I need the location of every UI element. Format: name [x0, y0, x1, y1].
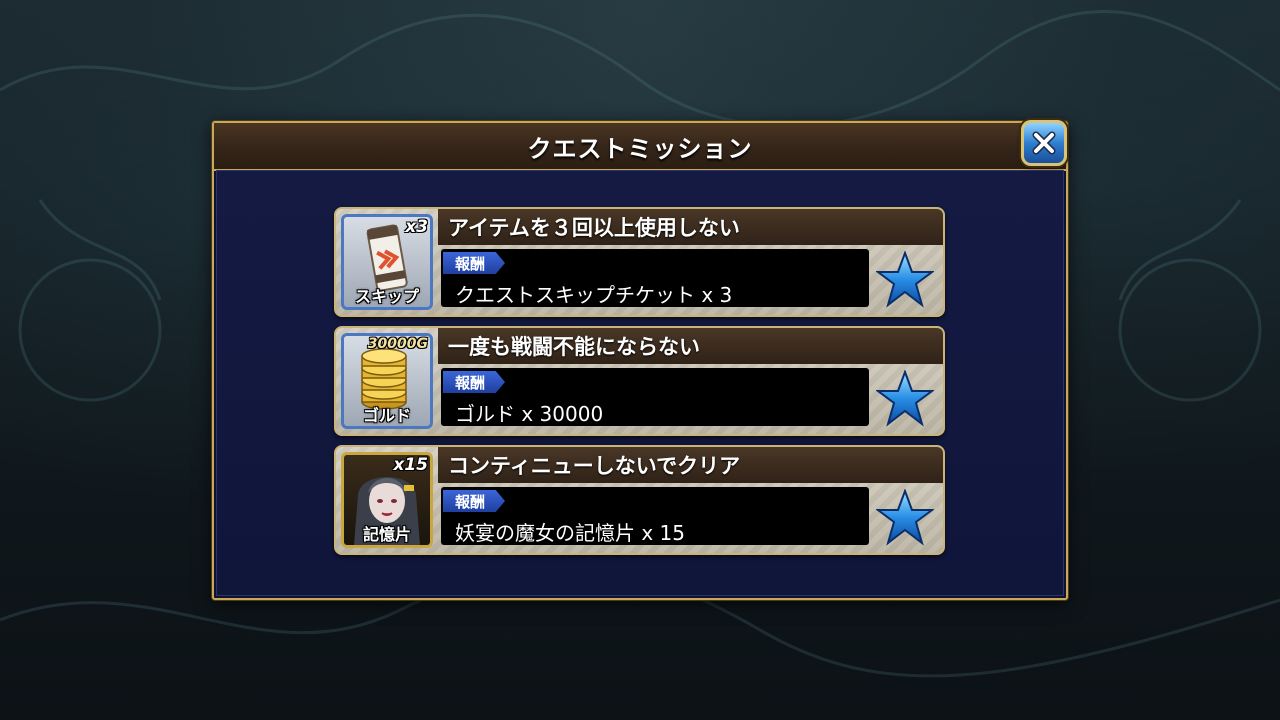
star-icon [876, 251, 934, 308]
reward-tag: 報酬 [443, 252, 505, 274]
icon-quantity: x15 [393, 455, 428, 475]
mission-row: x3 スキップ アイテムを３回以上使用しない 報酬 クエストスキップチケット x… [334, 207, 945, 317]
dialog-title-bar: クエストミッション [214, 123, 1066, 171]
icon-quantity: 30000G [367, 336, 428, 352]
mission-row: 30000G ゴルド 一度も戦闘不能にならない 報酬 ゴルド x 30000 [334, 326, 945, 436]
mission-title: 一度も戦闘不能にならない [448, 335, 700, 359]
star-icon [876, 370, 934, 427]
mission-title: アイテムを３回以上使用しない [448, 216, 740, 240]
icon-quantity: x3 [405, 217, 428, 237]
mission-header: 一度も戦闘不能にならない [438, 328, 943, 364]
close-icon [1032, 131, 1056, 155]
reward-tag: 報酬 [443, 371, 505, 393]
icon-caption: ゴルド [362, 406, 411, 425]
dialog-title: クエストミッション [527, 134, 753, 163]
reward-text: クエストスキップチケット x 3 [455, 283, 733, 307]
mission-title: コンティニューしないでクリア [448, 454, 741, 478]
reward-tag: 報酬 [443, 490, 505, 512]
reward-box: 報酬 クエストスキップチケット x 3 [441, 249, 869, 307]
mission-reward-icon: 30000G ゴルド [341, 333, 433, 429]
reward-text: ゴルド x 30000 [455, 402, 604, 426]
icon-caption: 記憶片 [362, 525, 411, 544]
mission-row: x15 記憶片 コンティニューしないでクリア 報酬 妖宴の魔女の記憶片 x 15 [334, 445, 945, 555]
star-icon [876, 489, 934, 546]
reward-box: 報酬 妖宴の魔女の記憶片 x 15 [441, 487, 869, 545]
reward-box: 報酬 ゴルド x 30000 [441, 368, 869, 426]
mission-reward-icon: x15 記憶片 [341, 452, 433, 548]
close-button[interactable] [1021, 120, 1067, 166]
mission-reward-icon: x3 スキップ [341, 214, 433, 310]
reward-text: 妖宴の魔女の記憶片 x 15 [455, 521, 685, 545]
mission-header: コンティニューしないでクリア [438, 447, 943, 483]
icon-caption: スキップ [354, 287, 419, 306]
mission-header: アイテムを３回以上使用しない [438, 209, 943, 245]
